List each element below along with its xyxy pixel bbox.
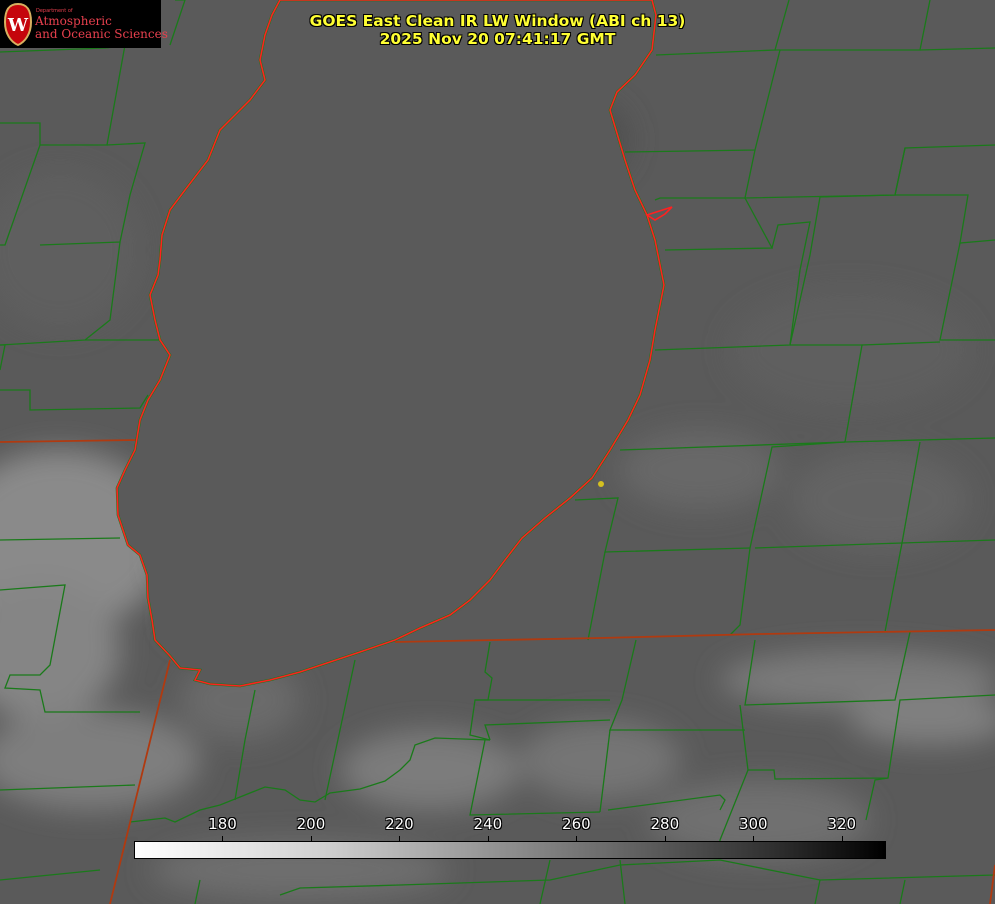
colorbar-tick-mark — [222, 836, 224, 841]
colorbar-tick-label: 180 — [208, 815, 237, 833]
ir-satellite-map — [0, 0, 995, 904]
colorbar-tick-label: 220 — [385, 815, 414, 833]
colorbar-tick-mark — [753, 836, 755, 841]
colorbar-tick-mark — [664, 836, 666, 841]
colorbar-tick-label: 260 — [562, 815, 591, 833]
colorbar-tick-mark — [310, 836, 312, 841]
colorbar-tick-mark — [399, 836, 401, 841]
image-title: GOES East Clean IR LW Window (ABI ch 13) — [309, 12, 686, 30]
satellite-image-viewer: W Department of Atmospheric and Oceanic … — [0, 0, 995, 904]
colorbar-tick-label: 300 — [738, 815, 768, 833]
colorbar — [134, 841, 886, 859]
colorbar-tick-label: 200 — [296, 815, 326, 833]
colorbar-tick-mark — [487, 836, 489, 841]
colorbar-tick-mark — [576, 836, 578, 841]
image-timestamp: 2025 Nov 20 07:41:17 GMT — [379, 30, 616, 48]
colorbar-tick-mark — [841, 836, 843, 841]
colorbar-tick-label: 320 — [827, 815, 857, 833]
colorbar-tick-label: 280 — [650, 815, 680, 833]
colorbar-tick-label: 240 — [473, 815, 503, 833]
location-marker — [598, 481, 604, 487]
